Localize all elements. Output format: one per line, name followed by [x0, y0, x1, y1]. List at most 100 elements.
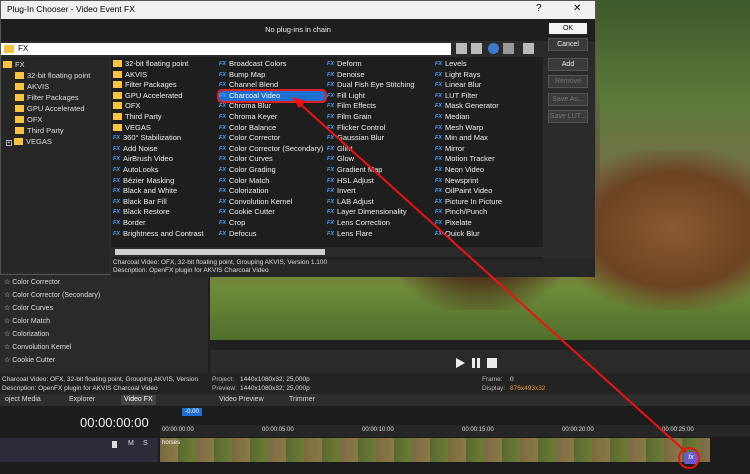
plugin-item[interactable]: FX Mask Generator	[435, 101, 541, 112]
plugin-item[interactable]: FX Light Rays	[435, 70, 541, 81]
track-pause-icon[interactable]	[112, 441, 117, 448]
plugin-item[interactable]: FX AutoLooks	[113, 165, 217, 176]
mute-button[interactable]: M	[128, 440, 134, 447]
scrollbar-thumb[interactable]	[115, 249, 325, 255]
plugin-item[interactable]: FX Defocus	[219, 229, 325, 240]
pause-icon-right[interactable]	[477, 358, 480, 368]
plugin-item[interactable]: FX Gradient Map	[327, 165, 433, 176]
tree-item[interactable]: AKVIS	[15, 81, 49, 92]
plugin-item[interactable]: FX Color Corrector	[219, 133, 325, 144]
plugin-item[interactable]: FX Film Grain	[327, 112, 433, 123]
plugin-item[interactable]: FX Glow	[327, 154, 433, 165]
plugin-item[interactable]: FX Layer Dimensionality	[327, 207, 433, 218]
plugin-item[interactable]: FX Crop	[219, 218, 325, 229]
plugin-item[interactable]: FX Lens Flare	[327, 229, 433, 240]
plugin-item[interactable]: FX Black Bar Fill	[113, 197, 217, 208]
fx-list-item[interactable]: ☆ Cookie Cutter	[4, 354, 55, 367]
plugin-item[interactable]: FX Glint	[327, 144, 433, 155]
plugin-item[interactable]: FX Min and Max	[435, 133, 541, 144]
folder-up-icon[interactable]	[456, 43, 467, 54]
cancel-button[interactable]: Cancel	[548, 38, 588, 51]
tree-item[interactable]: Third Party	[15, 125, 64, 136]
plugin-item[interactable]: FX Color Curves	[219, 154, 325, 165]
plugin-item[interactable]: OFX	[113, 101, 217, 112]
plugin-item[interactable]: FX Bézier Masking	[113, 176, 217, 187]
add-button[interactable]: Add	[548, 58, 588, 71]
tree-item[interactable]: OFX	[15, 114, 42, 125]
solo-button[interactable]: S	[143, 440, 148, 447]
plugin-item[interactable]: FX Color Corrector (Secondary)	[219, 144, 325, 155]
save-lut-button[interactable]: Save LUT...	[548, 110, 588, 123]
plugin-item[interactable]: FX Pixelate	[435, 218, 541, 229]
plugin-item[interactable]: FX Newsprint	[435, 176, 541, 187]
plugin-item[interactable]: FX Chroma Blur	[219, 101, 325, 112]
plugin-item[interactable]: FX Picture In Picture	[435, 197, 541, 208]
tree-item[interactable]: GPU Accelerated	[15, 103, 85, 114]
plugin-item[interactable]: FX OilPaint Video	[435, 186, 541, 197]
tab-trimmer[interactable]: Trimmer	[286, 395, 318, 405]
tree-item[interactable]: 32-bit floating point	[15, 70, 90, 81]
fx-list-item[interactable]: ☆ Colorization	[4, 328, 49, 341]
plugin-item[interactable]: FX 360° Stabilization	[113, 133, 217, 144]
plugin-item[interactable]: FX Linear Blur	[435, 80, 541, 91]
plugin-item[interactable]: FX Color Grading	[219, 165, 325, 176]
plugin-item[interactable]: FX Lens Correction	[327, 218, 433, 229]
plugin-item[interactable]: FX Median	[435, 112, 541, 123]
plugin-item[interactable]: FX Color Match	[219, 176, 325, 187]
plugin-item[interactable]: FX Dual Fish Eye Stitching	[327, 80, 433, 91]
pause-icon-left[interactable]	[472, 358, 475, 368]
fx-list-item[interactable]: ☆ Convolution Kernel	[4, 341, 71, 354]
plugin-item[interactable]: Third Party	[113, 112, 217, 123]
tab-video-fx[interactable]: Video FX	[121, 395, 156, 405]
plugin-item[interactable]: VEGAS	[113, 123, 217, 134]
plugin-item[interactable]: FX Quick Blur	[435, 229, 541, 240]
plugin-item[interactable]: FX Levels	[435, 59, 541, 70]
plugin-item[interactable]: FX Black and White	[113, 186, 217, 197]
plugin-item[interactable]: FX Gaussian Blur	[327, 133, 433, 144]
delete-icon[interactable]	[503, 43, 514, 54]
plugin-item[interactable]: FX Flicker Control	[327, 123, 433, 134]
plugin-item[interactable]: FX Mirror	[435, 144, 541, 155]
plugin-item[interactable]: FX Pinch/Punch	[435, 207, 541, 218]
plugin-item[interactable]: FX Convolution Kernel	[219, 197, 325, 208]
tree-item-fx[interactable]: FX	[3, 59, 25, 70]
plugin-item[interactable]: FX Bump Map	[219, 70, 325, 81]
ok-button[interactable]: OK	[548, 22, 588, 35]
video-clip[interactable]: horses	[160, 438, 710, 462]
plugin-item[interactable]: FX Mesh Warp	[435, 123, 541, 134]
save-as-button[interactable]: Save As...	[548, 93, 588, 106]
play-icon[interactable]	[456, 358, 465, 368]
timeline-ruler[interactable]: 00:00:00:00 00:00:05:00 00:00:10:00 00:0…	[160, 425, 750, 437]
remove-button[interactable]: Remove	[548, 75, 588, 88]
plugin-item[interactable]: FX Film Effects	[327, 101, 433, 112]
plugin-item[interactable]: FX LAB Adjust	[327, 197, 433, 208]
fx-list-item[interactable]: ☆ Color Curves	[4, 302, 53, 315]
plugin-item[interactable]: FX LUT Filter	[435, 91, 541, 102]
plugin-item[interactable]: FX Black Restore	[113, 207, 217, 218]
plugin-item[interactable]: FX Cookie Cutter	[219, 207, 325, 218]
view-icon[interactable]	[523, 43, 534, 54]
fx-list-item[interactable]: ☆ Color Corrector (Secondary)	[4, 289, 100, 302]
tree-item[interactable]: + VEGAS	[6, 136, 52, 147]
tab-video-preview[interactable]: Video Preview	[216, 395, 267, 405]
plugin-item[interactable]: FX Neon Video	[435, 165, 541, 176]
plugin-item[interactable]: AKVIS	[113, 70, 217, 81]
plugin-item[interactable]: FX AirBrush Video	[113, 154, 217, 165]
fx-list-item[interactable]: ☆ Color Corrector	[4, 276, 60, 289]
fx-list-item[interactable]: ☆ Color Match	[4, 315, 50, 328]
expand-icon[interactable]: +	[6, 140, 12, 146]
plugin-item[interactable]: FX Colorization	[219, 186, 325, 197]
plugin-item[interactable]: FX Denoise	[327, 70, 433, 81]
plugin-item[interactable]: FX Motion Tracker	[435, 154, 541, 165]
plugin-item[interactable]: FX Chroma Keyer	[219, 112, 325, 123]
plugin-item[interactable]: FX Border	[113, 218, 217, 229]
plugin-item-selected[interactable]: FX Charcoal Video	[217, 88, 327, 104]
plugin-item[interactable]: Filter Packages	[113, 80, 217, 91]
new-folder-icon[interactable]	[471, 43, 482, 54]
help-button[interactable]: ?	[536, 3, 542, 14]
tab-explorer[interactable]: Explorer	[66, 395, 98, 405]
plugin-item[interactable]: FX Invert	[327, 186, 433, 197]
tab-project-media[interactable]: oject Media	[2, 395, 44, 405]
close-icon[interactable]: ✕	[573, 3, 581, 14]
plugin-item[interactable]: GPU Accelerated	[113, 91, 217, 102]
